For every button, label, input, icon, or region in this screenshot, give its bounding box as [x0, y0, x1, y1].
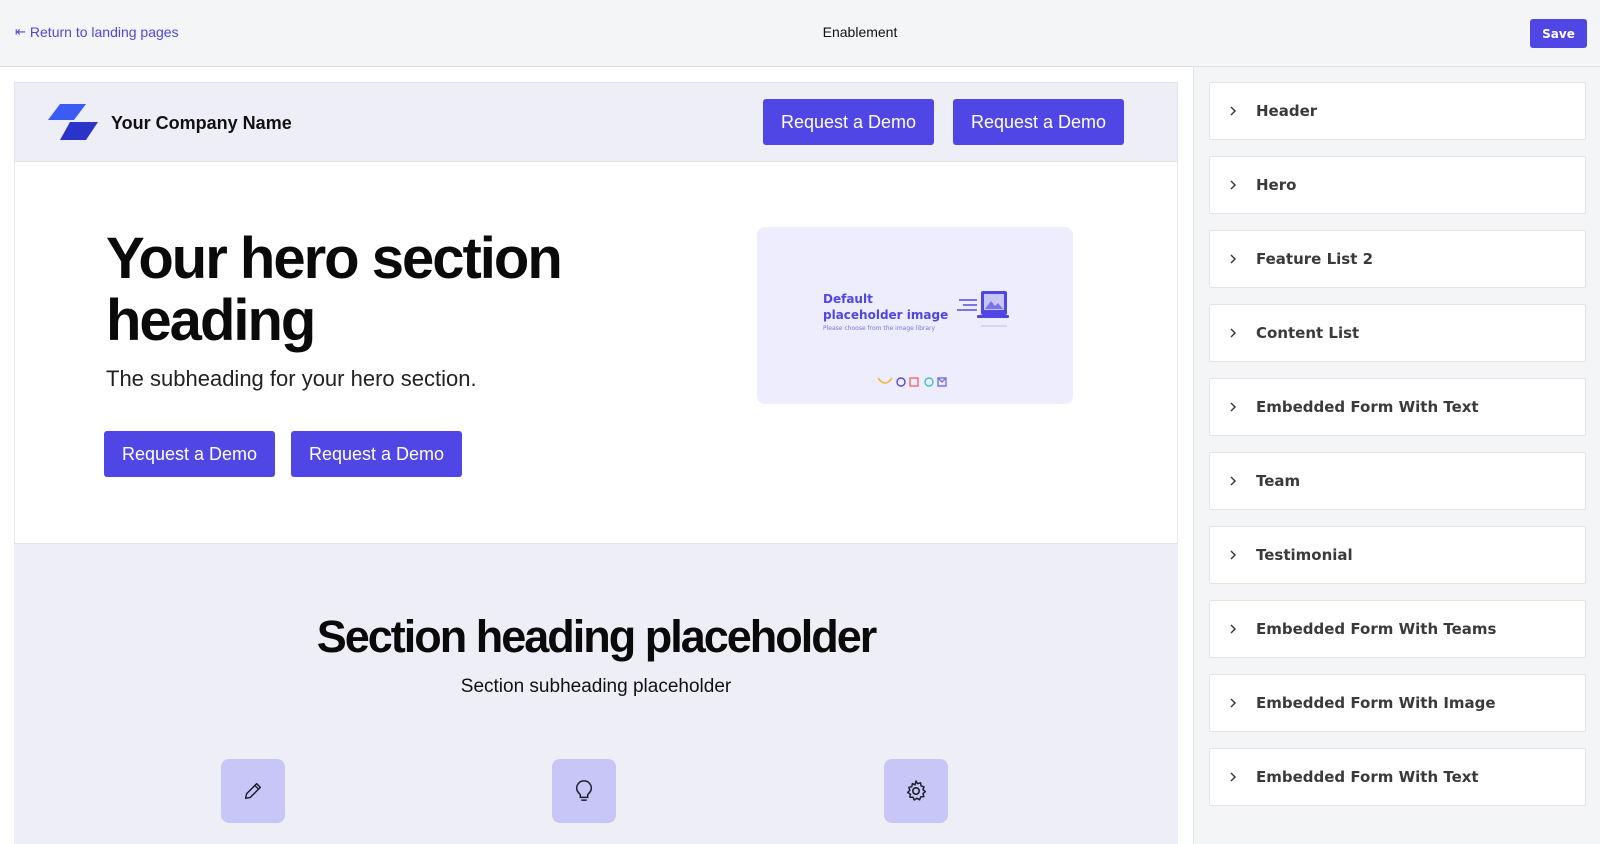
placeholder-image-title: Default placeholder image	[823, 291, 948, 323]
chevron-right-icon	[1230, 624, 1236, 634]
accordion-item-testimonial[interactable]: Testimonial	[1209, 526, 1586, 584]
chevron-right-icon	[1230, 402, 1236, 412]
accordion-label: Embedded Form With Text	[1256, 398, 1479, 416]
accordion-label: Embedded Form With Image	[1256, 694, 1496, 712]
accordion-item-hero[interactable]: Hero	[1209, 156, 1586, 214]
accordion-item-embedded-form-with-text[interactable]: Embedded Form With Text	[1209, 378, 1586, 436]
site-header-section[interactable]: Your Company Name Request a Demo Request…	[14, 82, 1178, 162]
accordion-label: Embedded Form With Text	[1256, 768, 1479, 786]
accordion-label: Hero	[1256, 176, 1297, 194]
accordion-item-header[interactable]: Header	[1209, 82, 1586, 140]
section-subheading: Section subheading placeholder	[460, 676, 732, 697]
accordion-label: Content List	[1256, 324, 1360, 342]
chevron-right-icon	[1230, 550, 1236, 560]
chevron-right-icon	[1230, 476, 1236, 486]
hero-section[interactable]: Your hero section heading The subheading…	[14, 162, 1178, 544]
hero-request-demo-button-2[interactable]: Request a Demo	[291, 431, 462, 477]
chevron-right-icon	[1230, 106, 1236, 116]
placeholder-title-line-1: Default	[823, 292, 873, 306]
accordion-label: Embedded Form With Teams	[1256, 620, 1497, 638]
accordion-label: Header	[1256, 102, 1318, 120]
company-logo-icon	[48, 104, 98, 140]
header-request-demo-button-2[interactable]: Request a Demo	[953, 99, 1124, 145]
hero-heading: Your hero section heading	[106, 226, 563, 353]
top-bar: ⇤ Return to landing pages Enablement Sav…	[0, 0, 1600, 67]
feature-list-section[interactable]: Section heading placeholder Section subh…	[14, 544, 1178, 844]
accordion-item-embedded-form-with-teams[interactable]: Embedded Form With Teams	[1209, 600, 1586, 658]
chevron-right-icon	[1230, 698, 1236, 708]
page-preview-canvas: Your Company Name Request a Demo Request…	[0, 67, 1193, 844]
placeholder-title-line-2: placeholder image	[823, 308, 949, 322]
chevron-right-icon	[1230, 254, 1236, 264]
lightbulb-icon	[575, 780, 593, 801]
hero-placeholder-image[interactable]: Default placeholder image Please choose …	[757, 227, 1073, 404]
accordion-label: Testimonial	[1256, 546, 1353, 564]
header-request-demo-button-1[interactable]: Request a Demo	[763, 99, 934, 145]
feature-icon-tile-1	[221, 759, 285, 823]
accordion-item-content-list[interactable]: Content List	[1209, 304, 1586, 362]
feature-icon-tile-3	[884, 759, 948, 823]
feature-icon-tile-2	[552, 759, 616, 823]
save-button[interactable]: Save	[1530, 19, 1587, 48]
page-title: Enablement	[822, 24, 898, 40]
accordion-item-embedded-form-with-text-2[interactable]: Embedded Form With Text	[1209, 748, 1586, 806]
pencil-icon	[244, 782, 262, 800]
hero-subheading: The subheading for your hero section.	[106, 366, 477, 391]
accordion-item-team[interactable]: Team	[1209, 452, 1586, 510]
laptop-image-icon	[957, 291, 1009, 327]
chevron-right-icon	[1230, 328, 1236, 338]
shape-icons	[877, 377, 947, 387]
accordion-label: Feature List 2	[1256, 250, 1374, 268]
section-heading: Section heading placeholder	[316, 611, 878, 662]
accordion-item-embedded-form-with-image[interactable]: Embedded Form With Image	[1209, 674, 1586, 732]
sections-panel: Header Hero Feature List 2 Content List …	[1193, 67, 1600, 844]
accordion-item-feature-list-2[interactable]: Feature List 2	[1209, 230, 1586, 288]
placeholder-image-note: Please choose from the image library	[823, 325, 936, 332]
accordion-label: Team	[1256, 472, 1301, 490]
hero-request-demo-button-1[interactable]: Request a Demo	[104, 431, 275, 477]
chevron-right-icon	[1230, 772, 1236, 782]
chevron-right-icon	[1230, 180, 1236, 190]
company-name: Your Company Name	[111, 113, 292, 133]
gear-icon	[906, 780, 927, 801]
